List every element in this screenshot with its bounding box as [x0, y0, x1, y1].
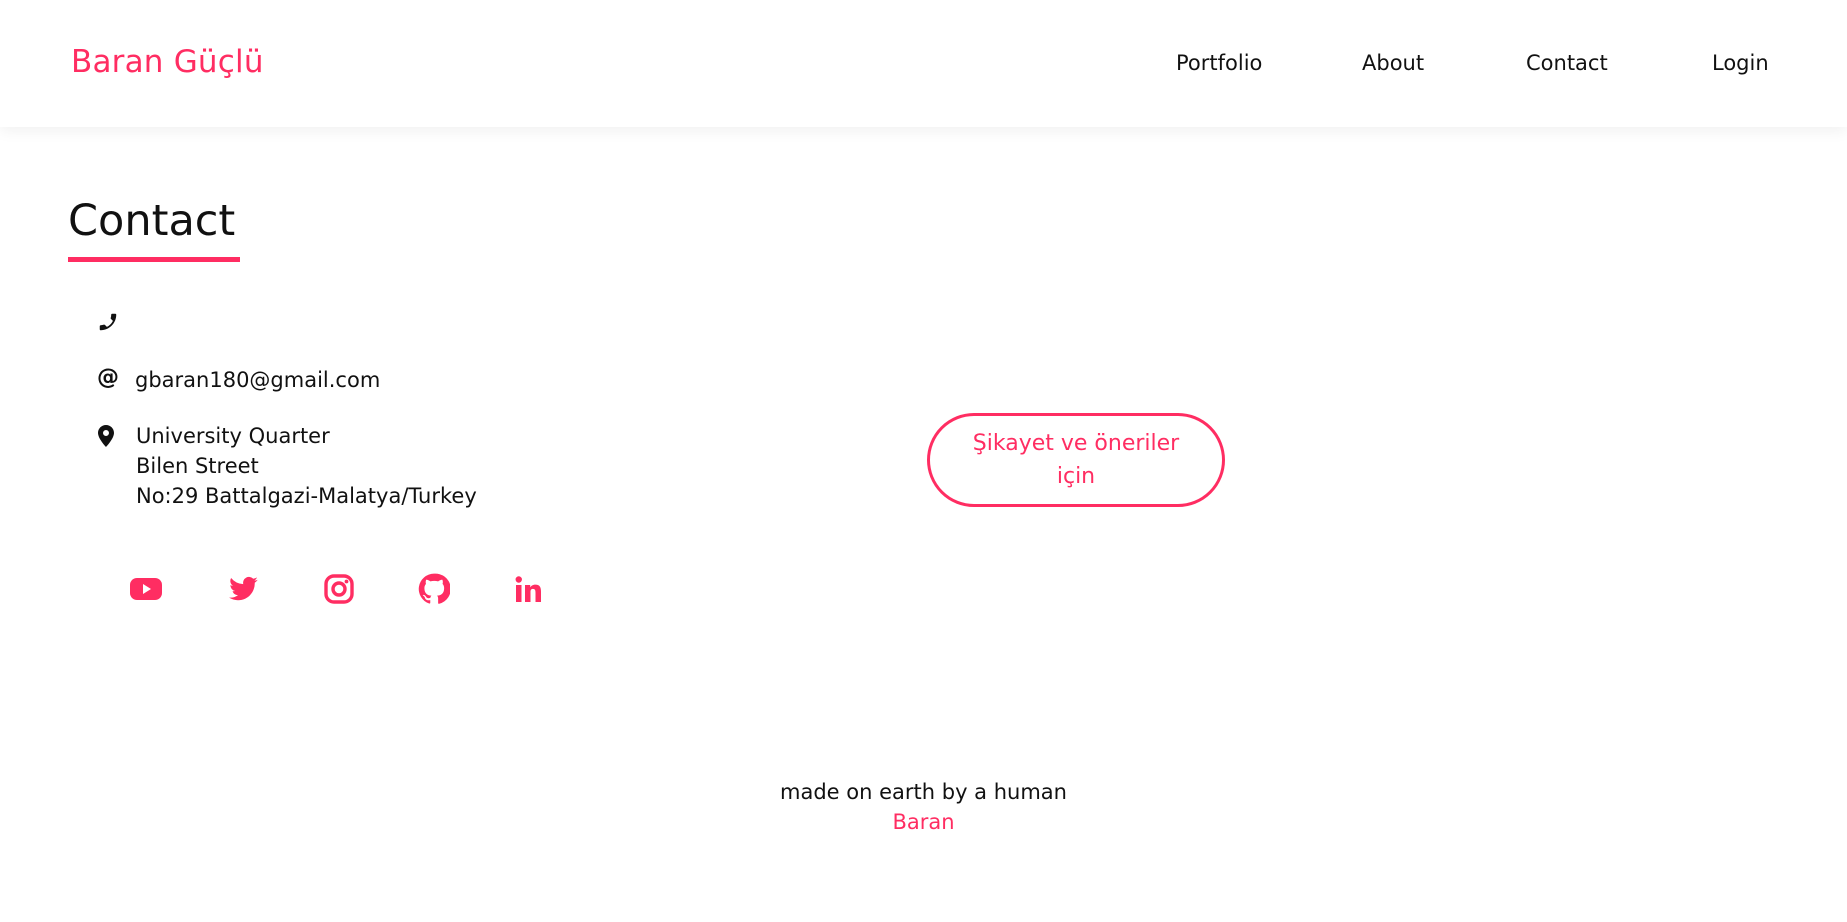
footer-author[interactable]: Baran [0, 810, 1847, 834]
nav-contact[interactable]: Contact [1526, 51, 1608, 75]
complaints-suggestions-button[interactable]: Şikayet ve öneriler için [927, 413, 1225, 507]
location-pin-icon [97, 425, 119, 447]
nav-login[interactable]: Login [1712, 51, 1769, 75]
address-line-1: University Quarter [136, 424, 330, 448]
nav-about[interactable]: About [1362, 51, 1424, 75]
brand-logo[interactable]: Baran Güçlü [71, 44, 264, 80]
youtube-icon[interactable] [127, 570, 165, 608]
nav-portfolio[interactable]: Portfolio [1176, 51, 1262, 75]
site-header: Baran Güçlü Portfolio About Contact Logi… [0, 0, 1847, 127]
twitter-icon[interactable] [225, 570, 263, 608]
github-icon[interactable] [415, 570, 453, 608]
footer-tagline: made on earth by a human [780, 780, 1067, 804]
page-title: Contact [68, 196, 236, 246]
phone-icon [97, 311, 119, 333]
title-underline [68, 257, 240, 262]
address-line-2: Bilen Street [136, 454, 259, 478]
address-line-3: No:29 Battalgazi-Malatya/Turkey [136, 484, 477, 508]
linkedin-icon[interactable] [509, 570, 547, 608]
instagram-icon[interactable] [320, 570, 358, 608]
email-link[interactable]: gbaran180@gmail.com [135, 365, 380, 395]
at-icon: @ [97, 365, 119, 390]
